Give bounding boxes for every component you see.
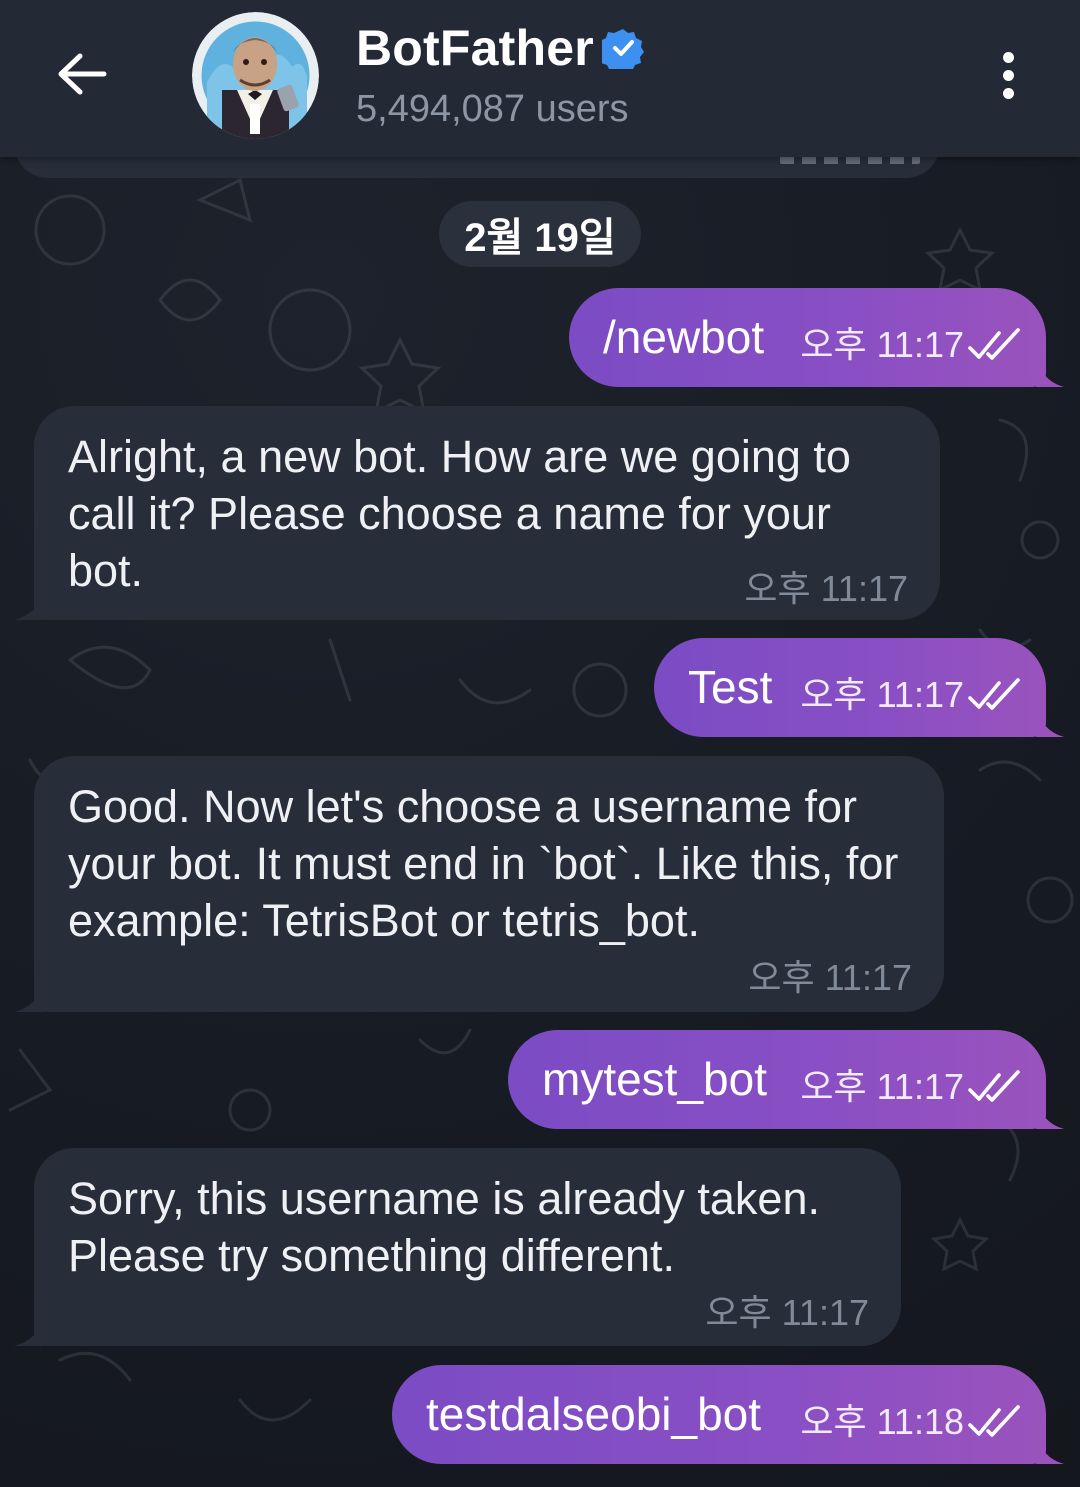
chat-title[interactable]: BotFather bbox=[356, 18, 594, 78]
double-check-icon bbox=[968, 678, 1020, 710]
message-outgoing[interactable]: mytest_bot 오후 11:17 bbox=[508, 1030, 1046, 1129]
message-text: testdalseobi_bot bbox=[426, 1388, 762, 1440]
message-time: 오후 11:18 bbox=[800, 1401, 964, 1442]
double-check-icon bbox=[968, 328, 1020, 360]
more-vert-icon-dot bbox=[1002, 69, 1014, 81]
message-outgoing[interactable]: /newbot 오후 11:17 bbox=[569, 288, 1046, 387]
more-vert-icon-dot bbox=[1002, 51, 1014, 63]
message-time: 오후 11:17 bbox=[705, 1292, 869, 1333]
more-options-button[interactable] bbox=[980, 40, 1036, 110]
bot-avatar[interactable] bbox=[192, 12, 319, 139]
message-text: Test bbox=[688, 661, 773, 713]
chat-screen: BotFather 5,494,087 users 2월 19일 /newbot… bbox=[0, 0, 1080, 1487]
message-time: 오후 11:17 bbox=[800, 1066, 964, 1107]
message-text: /newbot bbox=[603, 311, 765, 363]
date-separator: 2월 19일 bbox=[439, 201, 641, 267]
message-time: 오후 11:17 bbox=[800, 674, 964, 715]
back-button[interactable] bbox=[44, 40, 120, 108]
message-incoming[interactable]: Good. Now let's choose a username for yo… bbox=[34, 756, 944, 1012]
message-outgoing[interactable]: testdalseobi_bot 오후 11:18 bbox=[392, 1365, 1046, 1464]
message-text: Sorry, this username is already taken. P… bbox=[68, 1173, 820, 1281]
message-text: mytest_bot bbox=[542, 1053, 767, 1105]
message-time: 오후 11:17 bbox=[744, 568, 908, 609]
message-incoming[interactable]: Sorry, this username is already taken. P… bbox=[34, 1148, 901, 1346]
verified-badge-icon bbox=[602, 29, 644, 69]
partial-timestamp bbox=[780, 156, 920, 164]
arrow-left-icon bbox=[58, 53, 107, 95]
member-count: 5,494,087 users bbox=[356, 88, 629, 130]
double-check-icon bbox=[968, 1070, 1020, 1102]
double-check-icon bbox=[968, 1405, 1020, 1437]
message-incoming[interactable]: Alright, a new bot. How are we going to … bbox=[34, 406, 940, 620]
message-time: 오후 11:17 bbox=[748, 957, 912, 998]
botfather-avatar-image bbox=[192, 12, 319, 139]
message-time: 오후 11:17 bbox=[800, 324, 964, 365]
message-outgoing[interactable]: Test 오후 11:17 bbox=[654, 638, 1046, 737]
message-text: Good. Now let's choose a username for yo… bbox=[68, 781, 899, 946]
chat-header: BotFather 5,494,087 users bbox=[0, 0, 1080, 157]
more-vert-icon-dot bbox=[1002, 87, 1014, 99]
